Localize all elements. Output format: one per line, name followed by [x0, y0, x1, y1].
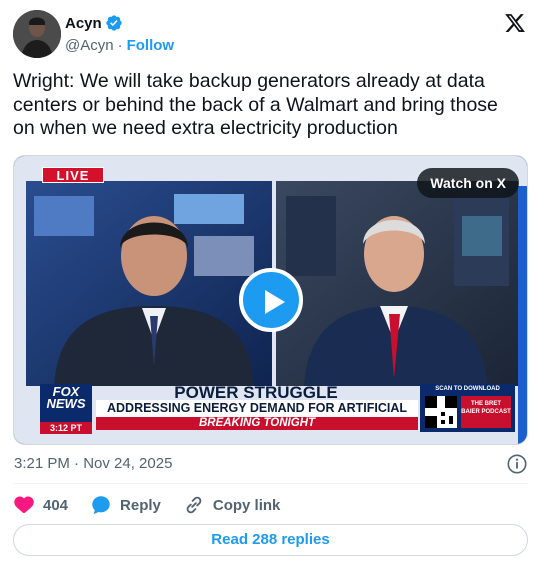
reply-button[interactable]: Reply: [90, 494, 161, 516]
info-icon[interactable]: [506, 453, 528, 475]
fox-news-logo: FOX NEWS 3:12 PT: [40, 384, 92, 434]
breaking-banner: BREAKING TONIGHT: [96, 417, 418, 430]
link-icon: [186, 496, 202, 514]
like-button[interactable]: 404: [13, 494, 68, 516]
tweet-header: Acyn @Acyn · Follow: [13, 10, 528, 58]
handle-separator: ·: [117, 37, 123, 54]
qr-label: SCAN TO DOWNLOAD: [435, 386, 500, 392]
network-logo-line2: NEWS: [46, 396, 86, 411]
author-name[interactable]: Acyn: [65, 15, 102, 32]
play-icon: [265, 290, 285, 314]
reply-label: Reply: [120, 496, 161, 514]
read-replies-button[interactable]: Read 288 replies: [13, 524, 528, 556]
podcast-promo: SCAN TO DOWNLOAD THE BRET BAIER PODCAST: [420, 384, 515, 432]
author-handle[interactable]: @Acyn: [65, 37, 114, 54]
author-info: Acyn @Acyn · Follow: [65, 13, 175, 55]
verified-badge-icon: [106, 15, 122, 31]
news-chyron: FOX NEWS 3:12 PT POWER STRUGGLE ADDRESSI…: [40, 384, 515, 434]
heart-icon: [14, 496, 34, 514]
author-avatar[interactable]: [13, 10, 61, 58]
watch-on-x-button[interactable]: Watch on X: [417, 168, 519, 198]
like-count: 404: [43, 496, 69, 514]
podcast-label: THE BRET BAIER PODCAST: [461, 396, 511, 428]
copy-link-label: Copy link: [212, 496, 281, 514]
copy-link-button[interactable]: Copy link: [183, 494, 281, 516]
divider: [13, 483, 528, 484]
live-badge: LIVE: [42, 167, 104, 183]
chyron-headline: POWER STRUGGLE: [174, 383, 338, 402]
follow-button[interactable]: Follow: [127, 37, 175, 54]
x-logo-icon[interactable]: [504, 12, 526, 34]
chyron-subheadline: ADDRESSING ENERGY DEMAND FOR ARTIFICIAL …: [96, 400, 418, 432]
tweet-text: Wright: We will take backup generators a…: [13, 70, 498, 139]
tweet-timestamp[interactable]: 3:21 PM · Nov 24, 2025: [14, 455, 172, 472]
reply-bubble-icon: [92, 496, 110, 515]
tweet-actions: 404 Reply Copy link: [13, 493, 302, 517]
video-player[interactable]: LIVE Watch on X FOX NEWS 3:12 PT POWER S…: [13, 155, 528, 445]
play-button[interactable]: [239, 268, 303, 332]
qr-code-icon: [425, 396, 457, 428]
chyron-time: 3:12 PT: [40, 422, 92, 434]
